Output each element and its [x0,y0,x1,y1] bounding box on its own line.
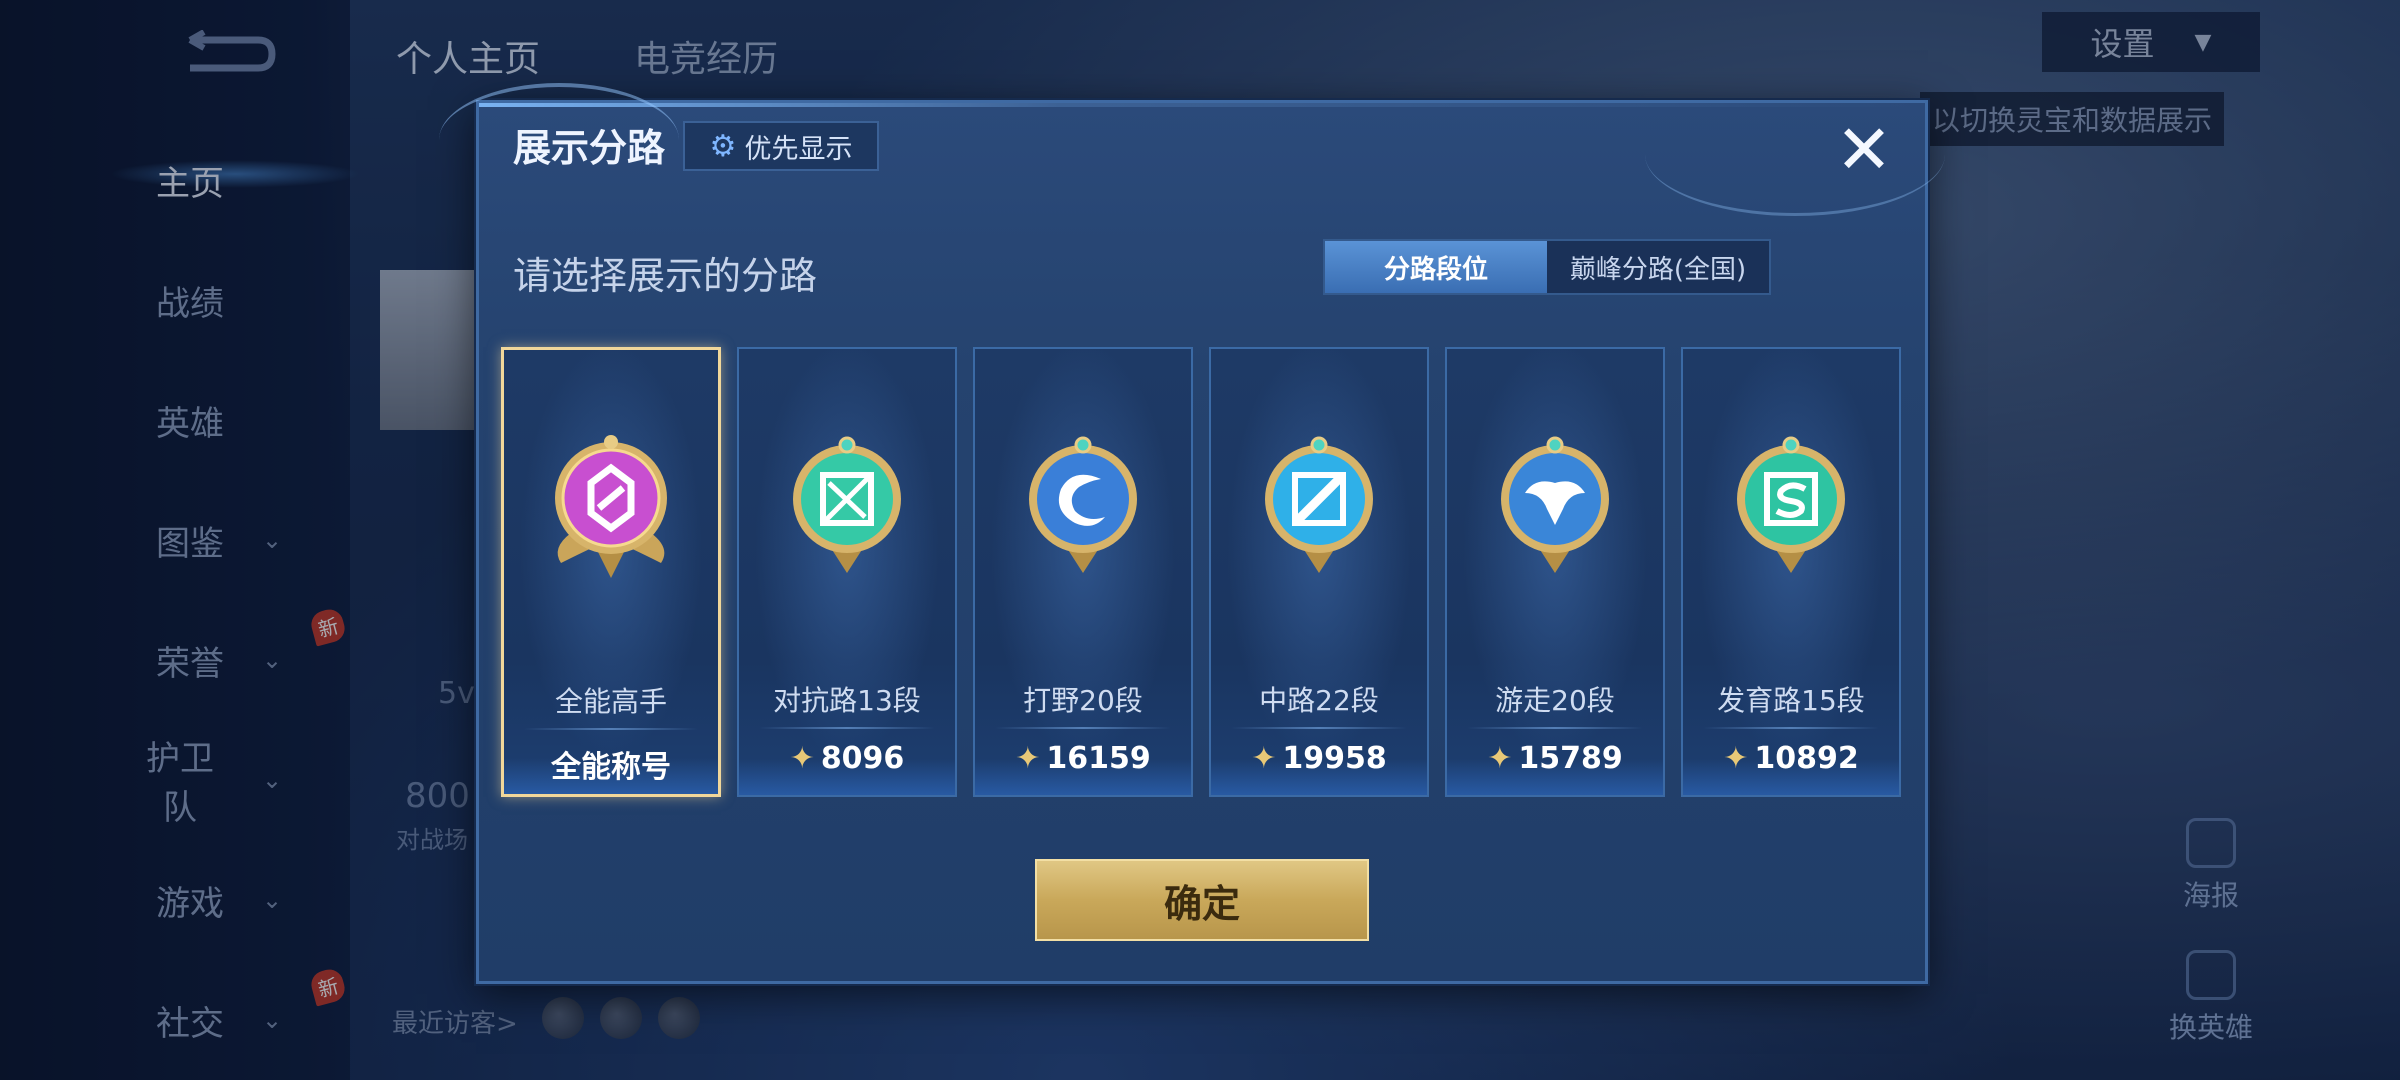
lane-card-value: ✦ 10892 [1683,741,1899,776]
roam-badge-icon [1501,436,1609,573]
gear-icon: ⚙ [709,128,737,164]
lane-card-name: 打野20段 [1023,684,1143,717]
confirm-label: 确定 [1163,881,1240,926]
lane-card-value: ✦ 19958 [1211,741,1427,776]
card-divider [759,727,935,729]
tab-peak-lane[interactable]: 巅峰分路(全国) [1547,241,1769,293]
lane-card-value-text: 19958 [1282,741,1387,776]
lane-display-dialog: 展示分路 ⚙ 优先显示 ✕ 请选择展示的分路 分路段位 巅峰分路(全国) 全能高… [439,83,1945,984]
dialog-title: 展示分路 [513,126,666,170]
lane-card-value: ✦ 15789 [1447,741,1663,776]
lane-tab-group: 分路段位 巅峰分路(全国) [1323,239,1771,295]
lane-card-value: ✦ 16159 [975,741,1191,776]
lane-card-value-text: 16159 [1046,741,1151,776]
lane-card-value-text: 8096 [820,741,905,776]
lane-card-name: 中路22段 [1259,684,1379,717]
lane-card-list: 全能高手 全能称号 对抗路13段 ✦ 8096 打野20段 ✦ 16159 中路… [501,347,1901,797]
peak-point-icon: ✦ [1015,741,1041,776]
farm-lane-badge-icon [1737,436,1845,573]
clash-lane-badge-icon [793,436,901,573]
card-divider [1231,727,1407,729]
lane-card-value-text: 15789 [1518,741,1623,776]
peak-point-icon: ✦ [1723,741,1749,776]
close-icon: ✕ [1835,110,1893,190]
jungle-badge-icon [1029,436,1137,573]
lane-card-farm[interactable]: 发育路15段 ✦ 10892 [1681,347,1901,797]
card-divider [995,727,1171,729]
card-divider [1703,727,1879,729]
lane-card-mid[interactable]: 中路22段 ✦ 19958 [1209,347,1429,797]
lane-card-name: 全能高手 [554,685,667,718]
lane-card-jungle[interactable]: 打野20段 ✦ 16159 [973,347,1193,797]
lane-card-name: 发育路15段 [1717,684,1865,717]
lane-card-name: 游走20段 [1495,684,1615,717]
purple-allround-badge-icon [555,435,667,578]
lane-card-value-text: 全能称号 [551,750,671,785]
dialog-subtitle: 请选择展示的分路 [513,254,818,298]
lane-card-allround[interactable]: 全能高手 全能称号 [501,347,721,797]
peak-point-icon: ✦ [1487,741,1513,776]
card-divider [524,728,698,730]
tab-lane-rank[interactable]: 分路段位 [1325,241,1547,293]
peak-point-icon: ✦ [1251,741,1277,776]
decorative-swirl [1645,93,1945,216]
lane-card-roam[interactable]: 游走20段 ✦ 15789 [1445,347,1665,797]
card-divider [1467,727,1643,729]
mid-lane-badge-icon [1265,436,1373,573]
lane-card-value: 全能称号 [504,742,718,786]
peak-point-icon: ✦ [789,741,815,776]
lane-card-value: ✦ 8096 [739,741,955,776]
lane-card-name: 对抗路13段 [773,684,921,717]
lane-card-clash[interactable]: 对抗路13段 ✦ 8096 [737,347,957,797]
confirm-button[interactable]: 确定 [1035,859,1369,941]
priority-display-button[interactable]: ⚙ 优先显示 [683,121,879,171]
priority-display-label: 优先显示 [744,133,853,165]
lane-card-value-text: 10892 [1754,741,1859,776]
close-button[interactable]: ✕ [1829,111,1899,190]
